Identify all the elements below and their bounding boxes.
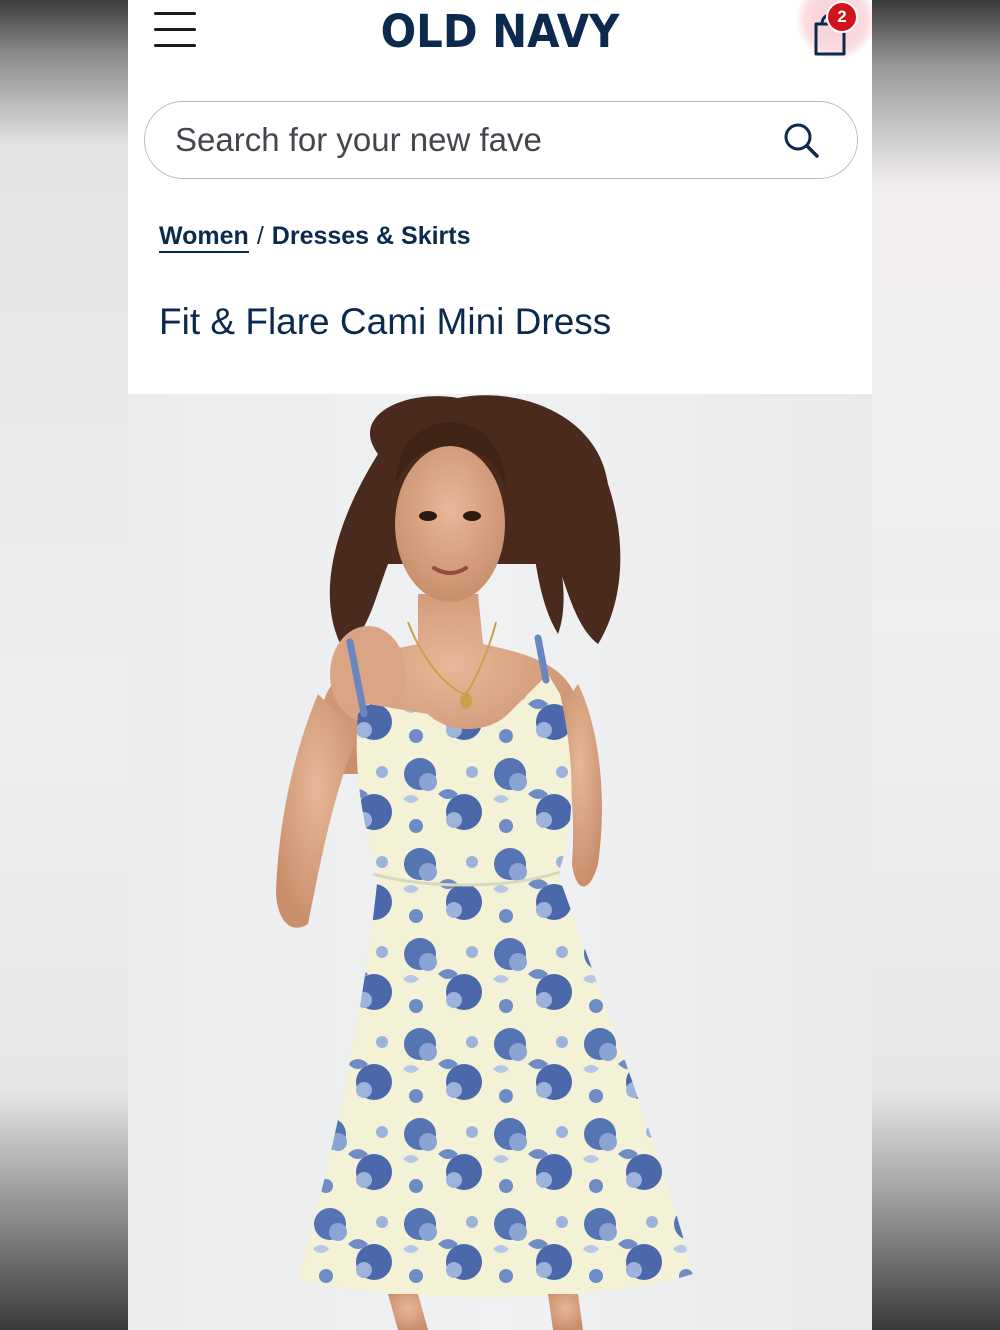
product-title: Fit & Flare Cami Mini Dress — [159, 301, 612, 342]
breadcrumb-link-women[interactable]: Women — [159, 222, 249, 253]
search-input[interactable] — [175, 118, 755, 162]
search-bar[interactable] — [144, 101, 858, 179]
shopping-bag-button[interactable]: 2 — [804, 0, 872, 64]
product-photo — [276, 395, 693, 1330]
mobile-page: OLD NAVY 2 Women/ Dresses & Skirts Fit & … — [128, 0, 872, 1330]
old-navy-logo[interactable]: OLD NAVY — [154, 4, 846, 60]
right-backdrop — [872, 0, 1000, 1330]
breadcrumb-separator: / — [256, 222, 264, 250]
search-icon[interactable] — [781, 120, 821, 160]
bag-count-badge: 2 — [826, 1, 858, 33]
product-image[interactable] — [128, 394, 872, 1330]
breadcrumb-current[interactable]: Dresses & Skirts — [272, 222, 471, 250]
breadcrumb: Women / Dresses & Skirts — [159, 222, 471, 253]
left-backdrop — [0, 0, 128, 1330]
